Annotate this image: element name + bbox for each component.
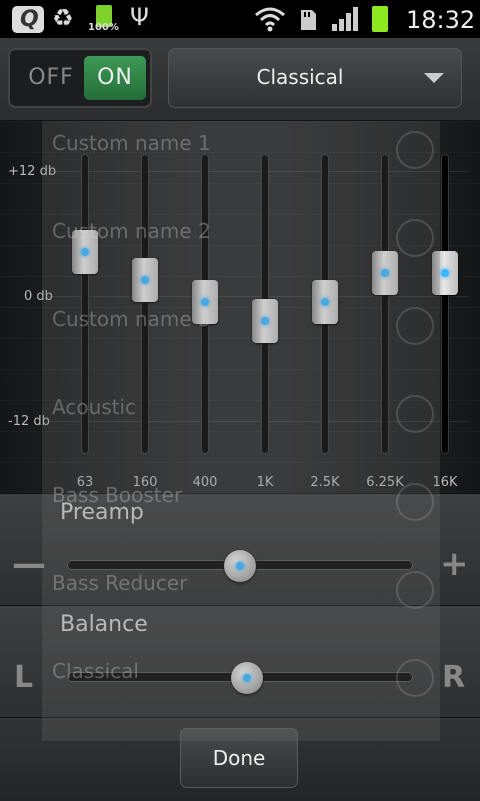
preset-list-item-label: Acoustic <box>52 395 137 419</box>
preset-list-item[interactable]: Custom name 2 <box>52 219 434 307</box>
preset-list-item[interactable]: Bass Booster <box>52 483 434 571</box>
status-bar: Q ♻ 100% Ψ 18:32 <box>0 0 480 38</box>
preamp-minus-button[interactable]: — <box>12 544 46 584</box>
preset-list-item[interactable]: Bass Reducer <box>52 571 434 659</box>
toggle-off-label[interactable]: OFF <box>18 60 84 96</box>
radio-icon[interactable] <box>396 571 434 609</box>
usb-icon: Ψ <box>130 3 149 31</box>
preset-selected-label: Classical <box>256 65 344 89</box>
sd-card-icon <box>301 10 316 30</box>
battery-percent: 100% <box>88 22 119 33</box>
preset-list-item-label: Bass Booster <box>52 483 183 507</box>
radio-icon[interactable] <box>396 395 434 433</box>
wifi-icon <box>255 7 285 32</box>
toggle-on-label[interactable]: ON <box>84 56 146 100</box>
clock: 18:32 <box>406 6 476 34</box>
preset-list-item-label: Classical <box>52 659 139 683</box>
battery-icon <box>372 6 388 32</box>
preset-dropdown[interactable]: Classical <box>168 48 462 108</box>
chevron-down-icon <box>424 73 444 83</box>
preset-list-overlay: Custom name 1 Custom name 2 Custom name 3 A… <box>42 121 440 741</box>
preset-list-item[interactable]: Classical <box>52 659 434 747</box>
radio-icon[interactable] <box>396 131 434 169</box>
app-icon: Q <box>12 6 44 33</box>
preset-list-item[interactable]: Acoustic <box>52 395 434 483</box>
recycle-icon: ♻ <box>52 4 74 32</box>
preset-list-item-label: Bass Reducer <box>52 571 188 595</box>
preset-list-item[interactable]: Custom name 3 <box>52 307 434 395</box>
band-track-16K[interactable] <box>442 155 448 453</box>
balance-left-label: L <box>14 660 34 695</box>
radio-icon[interactable] <box>396 219 434 257</box>
radio-icon[interactable] <box>396 483 434 521</box>
header-bar: OFF ON Classical <box>0 38 480 121</box>
radio-icon[interactable] <box>396 659 434 697</box>
signal-icon <box>332 7 358 31</box>
preset-list-item-label: Custom name 1 <box>52 131 211 155</box>
preset-list-item[interactable]: Custom name 1 <box>52 131 434 219</box>
preset-list-item-label: Custom name 3 <box>52 307 211 331</box>
radio-icon[interactable] <box>396 307 434 345</box>
balance-right-label: R <box>442 660 466 695</box>
power-toggle[interactable]: OFF ON <box>8 48 152 108</box>
preset-list-item-label: Custom name 2 <box>52 219 211 243</box>
preamp-plus-button[interactable]: + <box>440 544 469 584</box>
